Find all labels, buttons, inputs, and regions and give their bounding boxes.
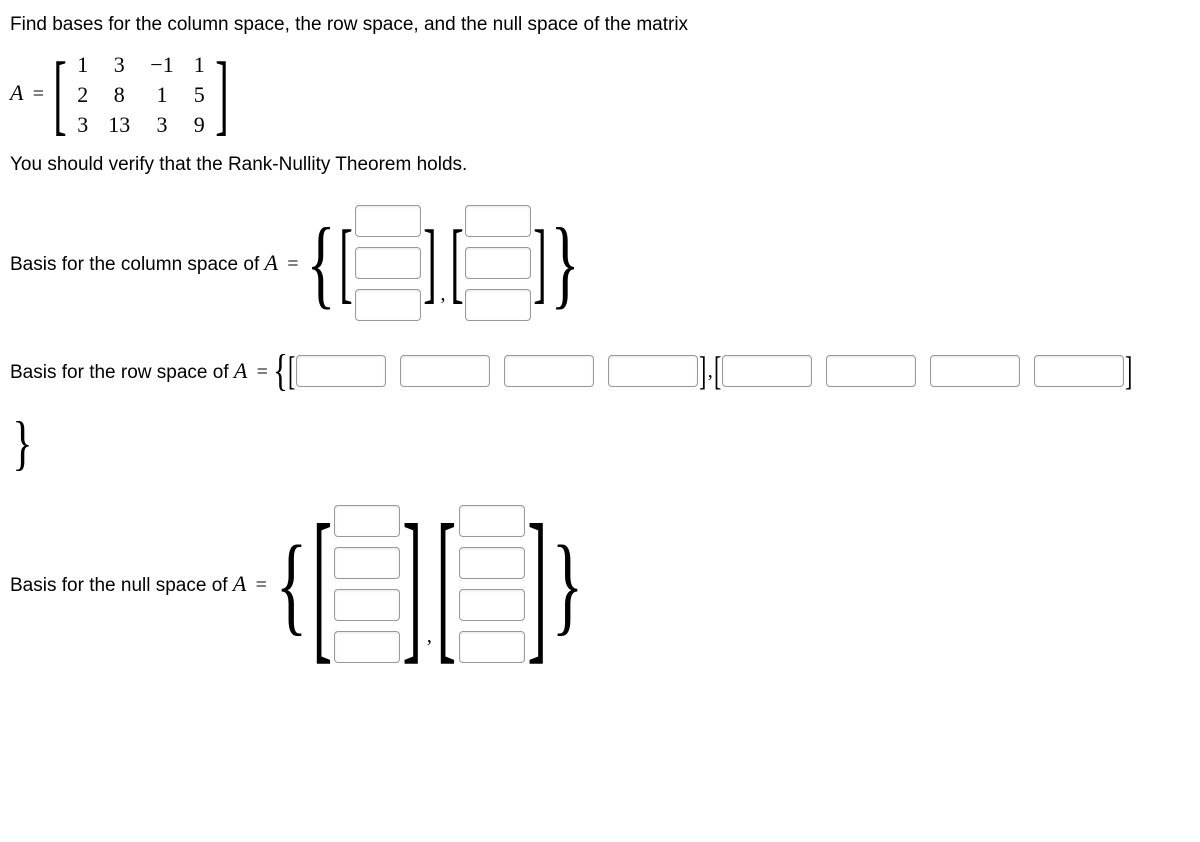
equals-sign: = bbox=[29, 83, 48, 105]
colspace-v2-3[interactable] bbox=[465, 289, 531, 321]
matrix-A: 13−11 2815 31339 bbox=[67, 50, 214, 140]
nullspace-v2-2[interactable] bbox=[459, 547, 525, 579]
left-bracket-icon: [ bbox=[714, 353, 721, 389]
left-brace-icon: { bbox=[273, 351, 288, 391]
rowspace-closing-brace: } bbox=[10, 416, 1190, 470]
comma: , bbox=[423, 625, 436, 648]
colspace-v1-3[interactable] bbox=[355, 289, 421, 321]
nullspace-v1-1[interactable] bbox=[334, 505, 400, 537]
left-brace-icon: { bbox=[275, 534, 307, 634]
nullspace-v2-3[interactable] bbox=[459, 589, 525, 621]
nullspace-v2-1[interactable] bbox=[459, 505, 525, 537]
left-brace-icon: { bbox=[306, 218, 335, 308]
rowspace-row: Basis for the row space of A = { [ ] , [… bbox=[10, 350, 1190, 392]
colspace-v2-1[interactable] bbox=[465, 205, 531, 237]
rowspace-v2-4[interactable] bbox=[1034, 355, 1124, 387]
rowspace-label: Basis for the row space of A = bbox=[10, 358, 272, 384]
colspace-row: Basis for the column space of A = { [ ] … bbox=[10, 200, 1190, 326]
colspace-v1-2[interactable] bbox=[355, 247, 421, 279]
left-bracket-icon: [ bbox=[339, 223, 352, 303]
matrix-name: A bbox=[10, 80, 23, 105]
right-bracket-icon: ] bbox=[1125, 353, 1132, 389]
right-bracket-icon: ] bbox=[403, 509, 423, 659]
right-brace-icon: } bbox=[12, 416, 32, 470]
rowspace-v1-4[interactable] bbox=[608, 355, 698, 387]
colspace-v1-1[interactable] bbox=[355, 205, 421, 237]
nullspace-v2-4[interactable] bbox=[459, 631, 525, 663]
left-bracket-icon: [ bbox=[436, 509, 456, 659]
right-bracket-icon: ] bbox=[215, 55, 228, 135]
nullspace-label: Basis for the null space of A = bbox=[10, 571, 271, 597]
rowspace-v1-2[interactable] bbox=[400, 355, 490, 387]
verify-text: You should verify that the Rank-Nullity … bbox=[10, 154, 1190, 176]
right-brace-icon: } bbox=[552, 534, 584, 634]
left-bracket-icon: [ bbox=[450, 223, 463, 303]
rowspace-v2-2[interactable] bbox=[826, 355, 916, 387]
nullspace-v1-2[interactable] bbox=[334, 547, 400, 579]
colspace-v2-2[interactable] bbox=[465, 247, 531, 279]
left-bracket-icon: [ bbox=[54, 55, 67, 135]
rowspace-v2-3[interactable] bbox=[930, 355, 1020, 387]
left-bracket-icon: [ bbox=[288, 353, 295, 389]
nullspace-v1-4[interactable] bbox=[334, 631, 400, 663]
matrix-display: A = [ 13−11 2815 31339 ] bbox=[10, 50, 1190, 140]
right-brace-icon: } bbox=[551, 218, 580, 308]
right-bracket-icon: ] bbox=[699, 353, 706, 389]
right-bracket-icon: ] bbox=[527, 509, 547, 659]
left-bracket-icon: [ bbox=[312, 509, 332, 659]
nullspace-row: Basis for the null space of A = { [ ] , … bbox=[10, 500, 1190, 668]
comma: , bbox=[437, 283, 450, 306]
right-bracket-icon: ] bbox=[423, 223, 436, 303]
colspace-label: Basis for the column space of A = bbox=[10, 250, 303, 276]
rowspace-v1-1[interactable] bbox=[296, 355, 386, 387]
problem-intro: Find bases for the column space, the row… bbox=[10, 14, 1190, 36]
right-bracket-icon: ] bbox=[534, 223, 547, 303]
rowspace-v1-3[interactable] bbox=[504, 355, 594, 387]
rowspace-v2-1[interactable] bbox=[722, 355, 812, 387]
nullspace-v1-3[interactable] bbox=[334, 589, 400, 621]
